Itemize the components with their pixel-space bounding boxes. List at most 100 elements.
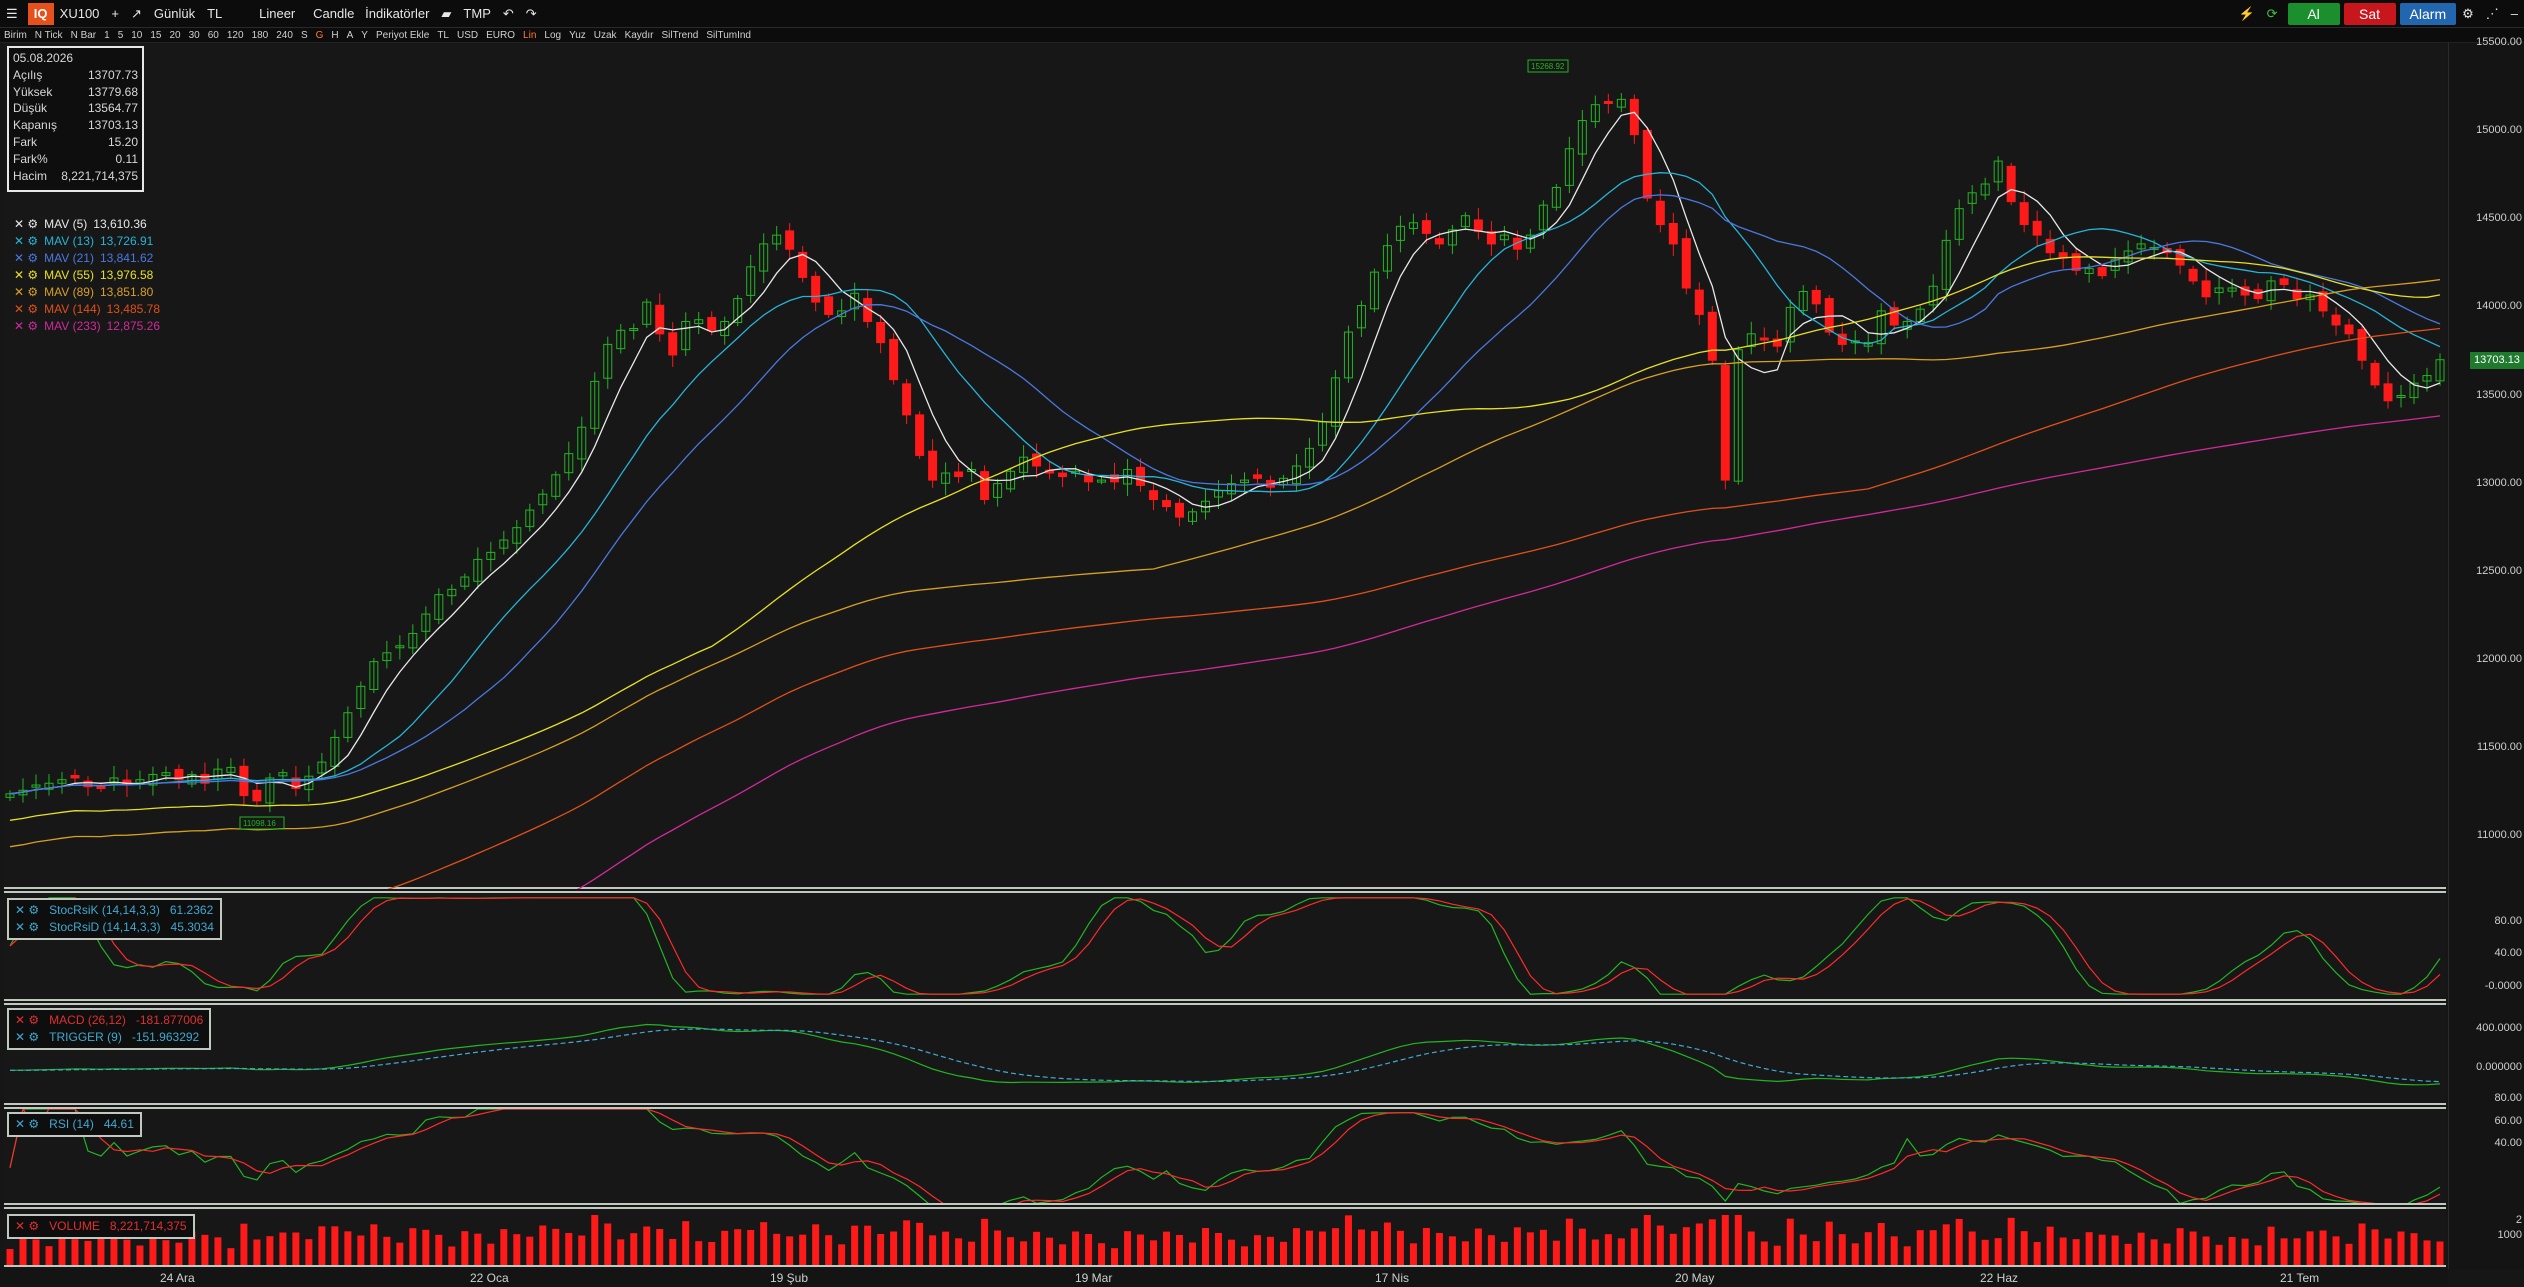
rsi-svg (9, 1109, 2441, 1203)
scale-selector[interactable]: Lineer (253, 0, 307, 28)
toolbar2-item[interactable]: USD (453, 30, 482, 41)
toolbar2-item[interactable]: 120 (223, 30, 248, 41)
toolbar2-item[interactable]: 60 (204, 30, 223, 41)
volume-bar (747, 1230, 755, 1265)
info-row: Fark% 0.11 (13, 151, 138, 168)
toolbar2-item[interactable]: 15 (146, 30, 165, 41)
volume-bar (1461, 1241, 1469, 1265)
volume-bar (1215, 1233, 1223, 1265)
volume-bar (539, 1225, 547, 1265)
toolbar2-item[interactable]: Periyot Ekle (372, 30, 433, 41)
toolbar2-item[interactable]: Birim (0, 30, 31, 41)
toolbar2-item[interactable]: 10 (127, 30, 146, 41)
time-tick: 22 Oca (470, 1271, 509, 1285)
volume-bar (409, 1228, 417, 1265)
time-axis: 24 Ara 22 Oca 19 Şub 19 Mar 17 Nis 20 May 22 H… (0, 1269, 2448, 1287)
toolbar2-item[interactable]: TL (433, 30, 453, 41)
legend-name: MAV (5) (44, 217, 88, 231)
price-chart-panel[interactable]: 15268.92 11098.16 (4, 43, 2446, 889)
chart-type-selector[interactable]: Candle (307, 0, 359, 28)
volume-bar (1059, 1244, 1067, 1265)
indicators-menu[interactable]: İndikatörler (359, 0, 435, 28)
redo-icon[interactable]: ↷ (520, 0, 543, 28)
volume-bar (1656, 1225, 1664, 1265)
candle-body (889, 338, 899, 381)
toolbar2-item[interactable]: G (312, 30, 328, 41)
toolbar2-item[interactable]: SilTrend (657, 30, 702, 41)
legend-name: RSI (14) (49, 1117, 94, 1131)
candle-body (902, 383, 912, 416)
volume-bar (721, 1230, 729, 1265)
toolbar2-item[interactable]: 30 (185, 30, 204, 41)
legend-value: 13,485.78 (106, 302, 161, 316)
time-tick: 20 May (1675, 1271, 1715, 1285)
toolbar2-item[interactable]: Y (357, 30, 372, 41)
volume-bar (2319, 1230, 2327, 1265)
legend-value: 13,841.62 (99, 251, 154, 265)
volume-bar (1124, 1231, 1132, 1265)
undo-icon[interactable]: ↶ (497, 0, 520, 28)
volume-panel[interactable] (4, 1207, 2446, 1267)
legend-value: 12,875.26 (106, 319, 161, 333)
close-icon: ✕ ⚙ (14, 319, 39, 333)
macd-panel[interactable] (4, 1003, 2446, 1105)
info-label: Fark% (13, 151, 48, 166)
toolbar2-item[interactable]: Log (540, 30, 565, 41)
sell-button[interactable]: Sat (2343, 2, 2396, 25)
popout-icon[interactable]: ↗ (125, 0, 148, 28)
toolbar2-item[interactable]: S (297, 30, 312, 41)
buy-button[interactable]: Al (2287, 2, 2340, 25)
trading-app: ☰ IQ XU100 + ↗ Günlük TL Lineer Candle İ… (0, 0, 2524, 1287)
period-selector[interactable]: Günlük (148, 0, 201, 28)
volume-bar (474, 1233, 482, 1265)
toolbar2-item[interactable]: H (327, 30, 342, 41)
menu-icon[interactable]: ☰ (0, 0, 24, 28)
toolbar2-item[interactable]: 240 (272, 30, 297, 41)
toolbar2-item[interactable]: EURO (482, 30, 519, 41)
info-value: 13564.77 (87, 101, 138, 116)
rsi-panel[interactable] (4, 1107, 2446, 1205)
share-icon[interactable]: ⋰ (2480, 0, 2505, 28)
volume-bar (1085, 1234, 1093, 1265)
currency-selector[interactable]: TL (201, 0, 253, 28)
toolbar2-item[interactable]: Uzak (590, 30, 621, 41)
toolbar2-item[interactable]: 5 (114, 30, 128, 41)
toolbar2-item[interactable]: 180 (248, 30, 273, 41)
template-button[interactable]: TMP (457, 0, 496, 28)
candle-body (876, 322, 886, 344)
gear-icon[interactable]: ⚙ (2456, 0, 2480, 28)
toolbar2-item[interactable]: 1 (100, 30, 114, 41)
volume-bar (565, 1233, 573, 1265)
symbol-selector[interactable]: XU100 (54, 0, 106, 28)
toolbar2-item[interactable]: 20 (166, 30, 185, 41)
vol_ticks-tick: 2 (2515, 1214, 2522, 1226)
toolbar2-item[interactable]: Lin (519, 30, 540, 41)
bolt-icon[interactable]: ⚡ (2232, 0, 2260, 28)
toolbar2-item[interactable]: N Bar (67, 30, 101, 41)
time-tick: 22 Haz (1980, 1271, 2019, 1285)
candle-body (1434, 238, 1444, 245)
add-symbol-icon[interactable]: + (105, 0, 125, 28)
stochrsi-panel[interactable] (4, 891, 2446, 1001)
toolbar2-item[interactable]: Yuz (565, 30, 590, 41)
toolbar2-item[interactable]: SilTumInd (702, 30, 755, 41)
folder-icon[interactable]: ▰ (435, 0, 457, 28)
toolbar2-item[interactable]: Kaydır (621, 30, 658, 41)
info-row: Kapanış 13703.13 (13, 117, 138, 134)
minimize-icon[interactable]: – (2505, 0, 2524, 28)
volume-bar (1890, 1236, 1898, 1265)
price-tick: 13000.00 (2476, 476, 2522, 489)
toolbar2-item[interactable]: N Tick (31, 30, 67, 41)
candle-body (915, 414, 925, 456)
price-axis[interactable]: 15500.00 15000.00 14500.00 14000.00 13500.00… (2448, 36, 2524, 1269)
info-label: Düşük (13, 101, 48, 116)
info-row: Açılış 13707.73 (13, 67, 138, 84)
info-row: Hacim 8,221,714,375 (13, 168, 138, 185)
volume-bar (1189, 1242, 1197, 1265)
refresh-icon[interactable]: ⟳ (2261, 0, 2284, 28)
volume-bar (214, 1237, 222, 1265)
toolbar2-item[interactable]: A (343, 30, 358, 41)
volume-bar (396, 1242, 404, 1265)
alarm-button[interactable]: Alarm (2399, 2, 2457, 25)
volume-bar (2137, 1232, 2145, 1265)
